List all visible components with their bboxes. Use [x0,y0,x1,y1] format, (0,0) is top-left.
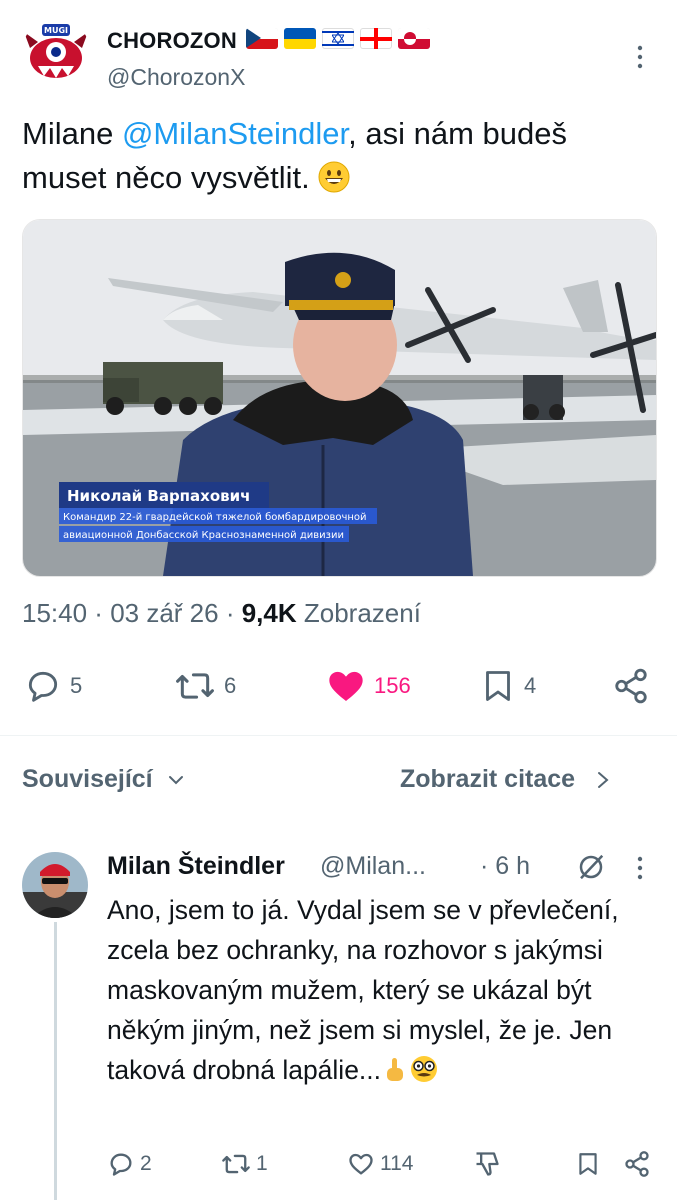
retweet-button[interactable]: 6 [174,660,236,712]
thread-line [54,922,57,1200]
handle[interactable]: @ChorozonX [107,64,245,91]
reply-icon [110,1153,132,1176]
reply-avatar[interactable] [22,852,88,918]
reply-reply-button[interactable]: 2 [107,1148,152,1180]
chevron-right-icon [598,771,609,788]
share-icon [615,668,647,704]
share-icon [625,1151,649,1177]
reply-like-button[interactable]: 114 [347,1148,413,1180]
reply-action-bar: 2 1 114 [107,1148,667,1180]
avatar[interactable]: MUGI [22,18,90,86]
reply-bookmark-button[interactable] [575,1148,601,1180]
quotes-label: Zobrazit citace [400,765,576,793]
tweet-meta: 15:40 · 03 zář 26 · 9,4K Zobrazení [22,598,421,628]
grinning-face-icon [318,161,350,193]
gl-flag-icon [398,28,430,49]
media-caption-line2: авиационной Донбасской Краснознаменной д… [63,530,344,541]
bookmark-count: 4 [524,673,537,698]
heart-filled-icon [329,671,363,701]
reply-retweet-button[interactable]: 1 [221,1148,268,1180]
reply-handle[interactable]: @Milan... [320,852,426,881]
views-label: Zobrazení [303,598,421,628]
reply-display-name[interactable]: Milan Šteindler [107,852,285,881]
reply-time[interactable]: · 6 h [480,852,530,881]
flag-emojis [246,28,430,49]
tweet-time[interactable]: 15:40 [22,598,87,628]
ge-flag-icon [360,28,392,49]
avatar-text: MUGI [44,26,68,35]
retweet-icon [176,673,214,699]
reply-reply-count: 2 [140,1152,152,1175]
media-caption-name: Николай Варпахович [67,487,250,505]
reply-count: 5 [70,673,83,698]
thumbs-down-icon [476,1152,499,1176]
share-button[interactable] [612,660,650,712]
ua-flag-icon [284,28,316,49]
tweet-action-bar: 5 6 156 4 [0,660,677,712]
hand-pointing-up-icon [387,1058,404,1081]
like-button[interactable]: 156 [326,660,411,712]
divider [0,735,677,736]
reply-more-options-icon[interactable] [632,854,648,887]
like-count: 156 [374,673,411,698]
grok-icon[interactable] [576,852,606,887]
heart-icon [349,1153,373,1175]
chevron-down-icon [168,775,183,784]
display-name[interactable]: CHOROZON [107,28,237,54]
bookmark-icon [486,671,510,701]
bookmark-button[interactable]: 4 [480,660,536,712]
retweet-icon [222,1154,250,1174]
tweet-date[interactable]: 03 zář 26 [110,598,218,628]
views-count: 9,4K [241,598,297,628]
il-flag-icon [322,28,354,49]
tweet-text-before: Milane [22,116,122,151]
related-dropdown[interactable]: Související [22,765,185,794]
disguised-face-icon [411,1056,438,1082]
reply-text-body: Ano, jsem to já. Vydal jsem se v převleč… [107,895,619,1085]
reply-button[interactable]: 5 [24,660,82,712]
reply-text: Ano, jsem to já. Vydal jsem se v převleč… [107,890,627,1090]
more-options-icon[interactable] [630,42,650,72]
media-caption-line1: Командир 22-й гвардейской тяжелой бомбар… [63,512,367,523]
reply-icon [28,671,58,702]
reply-retweet-count: 1 [256,1152,268,1175]
tweet-text: Milane @MilanSteindler, asi nám budeš mu… [22,112,652,200]
related-label: Související [22,765,153,793]
reply-like-count: 114 [380,1152,414,1175]
tweet-media-image[interactable]: Николай Варпахович Командир 22-й гвардей… [22,219,657,577]
dislike-button[interactable] [473,1148,501,1180]
reply-share-button[interactable] [623,1148,651,1180]
view-quotes-link[interactable]: Zobrazit citace [400,765,611,794]
retweet-count: 6 [224,673,237,698]
mention-link[interactable]: @MilanSteindler [122,116,348,151]
bookmark-icon [579,1153,597,1175]
cz-flag-icon [246,28,278,49]
